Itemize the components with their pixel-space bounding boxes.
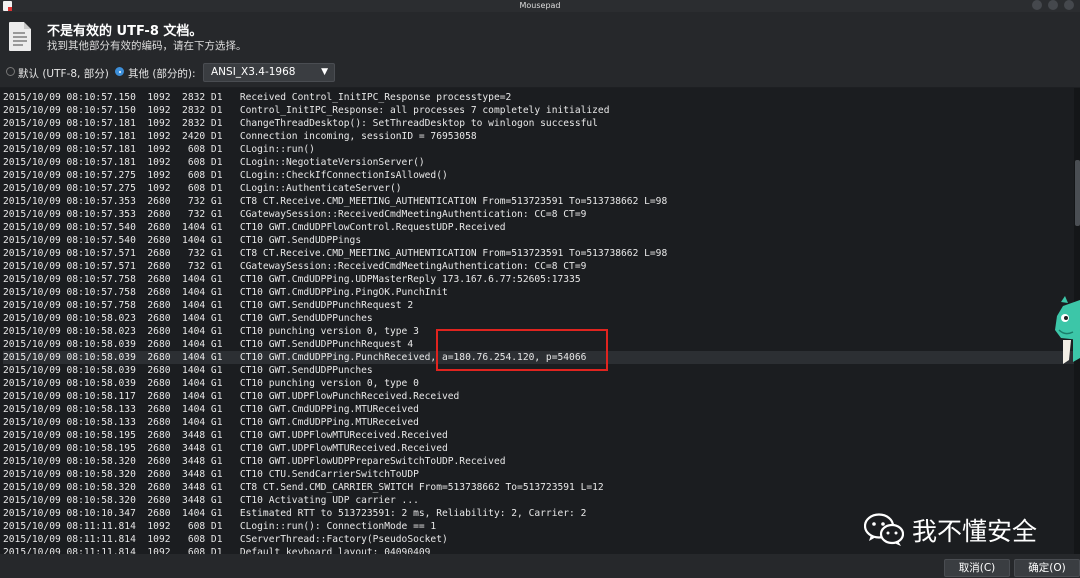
log-line: 2015/10/09 08:10:57.181 1092 2420 D1 Con…	[3, 131, 477, 142]
ok-button[interactable]: 确定(O)	[1014, 559, 1080, 577]
log-line: 2015/10/09 08:10:57.275 1092 608 D1 CLog…	[3, 170, 448, 181]
log-line: 2015/10/09 08:10:58.023 2680 1404 G1 CT1…	[3, 313, 373, 324]
other-encoding-label[interactable]: 其他 (部分的):	[128, 66, 196, 81]
log-line: 2015/10/09 08:10:58.320 2680 3448 G1 CT8…	[3, 482, 604, 493]
log-line: 2015/10/09 08:10:58.195 2680 3448 G1 CT1…	[3, 443, 448, 454]
text-editor[interactable]: 2015/10/09 08:10:57.150 1092 2832 D1 Rec…	[0, 88, 1074, 554]
info-subtitle: 找到其他部分有效的编码，请在下方选择。	[47, 40, 247, 52]
log-line: 2015/10/09 08:10:58.133 2680 1404 G1 CT1…	[3, 404, 419, 415]
default-encoding-radio[interactable]	[6, 67, 15, 76]
title-bar: Mousepad	[0, 0, 1080, 12]
log-lines: 2015/10/09 08:10:57.150 1092 2832 D1 Rec…	[3, 91, 1074, 554]
log-line: 2015/10/09 08:10:58.133 2680 1404 G1 CT1…	[3, 417, 419, 428]
document-icon	[9, 22, 31, 51]
dialog-button-bar	[0, 554, 1080, 578]
close-button[interactable]	[1064, 0, 1074, 10]
log-line: 2015/10/09 08:10:57.150 1092 2832 D1 Rec…	[3, 92, 512, 103]
log-line: 2015/10/09 08:10:57.571 2680 732 G1 CGat…	[3, 261, 587, 272]
log-line: 2015/10/09 08:10:57.540 2680 1404 G1 CT1…	[3, 235, 362, 246]
log-line: 2015/10/09 08:10:58.320 2680 3448 G1 CT1…	[3, 456, 506, 467]
log-line: 2015/10/09 08:10:57.353 2680 732 G1 CT8 …	[3, 196, 668, 207]
log-line: 2015/10/09 08:10:57.181 1092 608 D1 CLog…	[3, 157, 425, 168]
watermark-text: 我不懂安全	[912, 517, 1038, 546]
log-line: 2015/10/09 08:10:57.181 1092 608 D1 CLog…	[3, 144, 315, 155]
window-title: Mousepad	[519, 1, 561, 10]
chevron-down-icon: ▼	[321, 67, 328, 77]
log-line: 2015/10/09 08:10:57.275 1092 608 D1 CLog…	[3, 183, 402, 194]
encoding-select[interactable]: ANSI_X3.4-1968 ▼	[203, 63, 335, 82]
log-line: 2015/10/09 08:10:58.320 2680 3448 G1 CT1…	[3, 495, 419, 506]
minimize-button[interactable]	[1032, 0, 1042, 10]
other-encoding-radio[interactable]	[115, 67, 124, 76]
log-line: 2015/10/09 08:10:57.758 2680 1404 G1 CT1…	[3, 300, 414, 311]
encoding-select-value: ANSI_X3.4-1968	[211, 66, 296, 78]
log-line: 2015/10/09 08:10:58.320 2680 3448 G1 CT1…	[3, 469, 419, 480]
wechat-icon	[864, 513, 904, 546]
log-line: 2015/10/09 08:10:57.353 2680 732 G1 CGat…	[3, 209, 587, 220]
log-line: 2015/10/09 08:10:57.150 1092 2832 D1 Con…	[3, 105, 610, 116]
log-line: 2015/10/09 08:10:57.571 2680 732 G1 CT8 …	[3, 248, 668, 259]
scrollbar-thumb[interactable]	[1075, 160, 1080, 226]
log-line: 2015/10/09 08:10:58.117 2680 1404 G1 CT1…	[3, 391, 460, 402]
log-line: 2015/10/09 08:10:58.195 2680 3448 G1 CT1…	[3, 430, 448, 441]
info-title: 不是有效的 UTF-8 文档。	[47, 24, 203, 39]
highlight-box	[436, 329, 608, 371]
log-line: 2015/10/09 08:10:58.039 2680 1404 G1 CT1…	[3, 378, 419, 389]
maximize-button[interactable]	[1048, 0, 1058, 10]
log-line: 2015/10/09 08:10:57.758 2680 1404 G1 CT1…	[3, 274, 581, 285]
cancel-button[interactable]: 取消(C)	[944, 559, 1010, 577]
default-encoding-label[interactable]: 默认 (UTF-8, 部分)	[18, 66, 109, 81]
log-line: 2015/10/09 08:10:57.540 2680 1404 G1 CT1…	[3, 222, 506, 233]
log-line: 2015/10/09 08:10:57.758 2680 1404 G1 CT1…	[3, 287, 448, 298]
mascot-sticker	[1055, 296, 1080, 364]
log-line: 2015/10/09 08:10:57.181 1092 2832 D1 Cha…	[3, 118, 598, 129]
